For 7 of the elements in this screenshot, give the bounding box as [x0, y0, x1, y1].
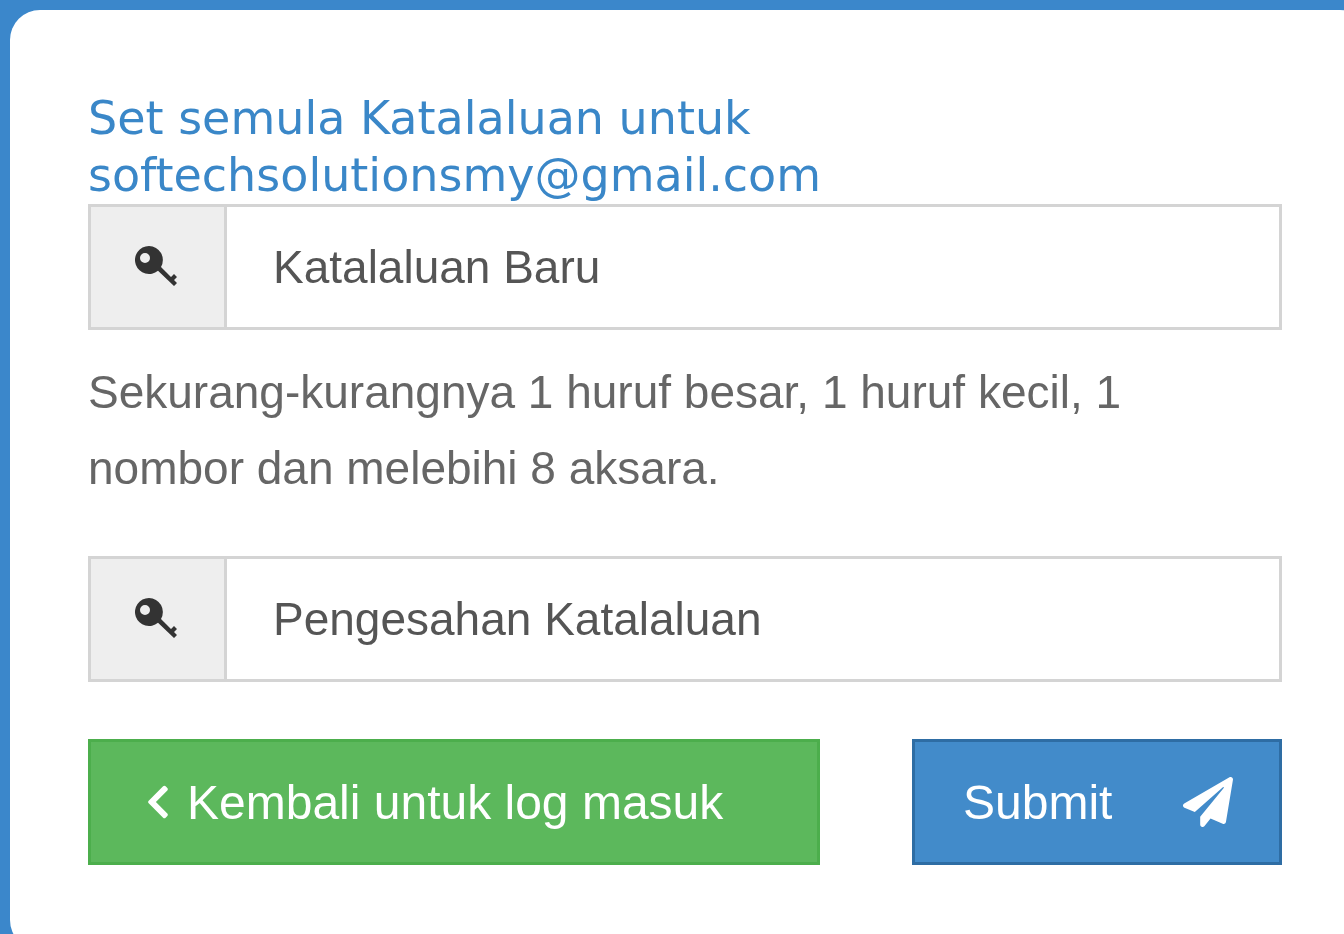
password-field[interactable]: Pengesahan Katalaluan — [227, 556, 1282, 682]
back-button[interactable]: Kembali untuk log masuk — [88, 739, 820, 865]
paper-plane-icon — [1183, 777, 1233, 827]
submit-button[interactable]: Submit — [912, 739, 1282, 865]
form-title: Set semula Katalaluan untuk softechsolutionsmy@gmail.com — [88, 90, 823, 204]
help-text: Sekurang-kurangnya 1 huruf besar, 1 huruf kecil, 1 nombor dan melebihi 8 aksara. — [88, 365, 1123, 496]
password-field[interactable]: Katalaluan Baru — [227, 204, 1282, 330]
